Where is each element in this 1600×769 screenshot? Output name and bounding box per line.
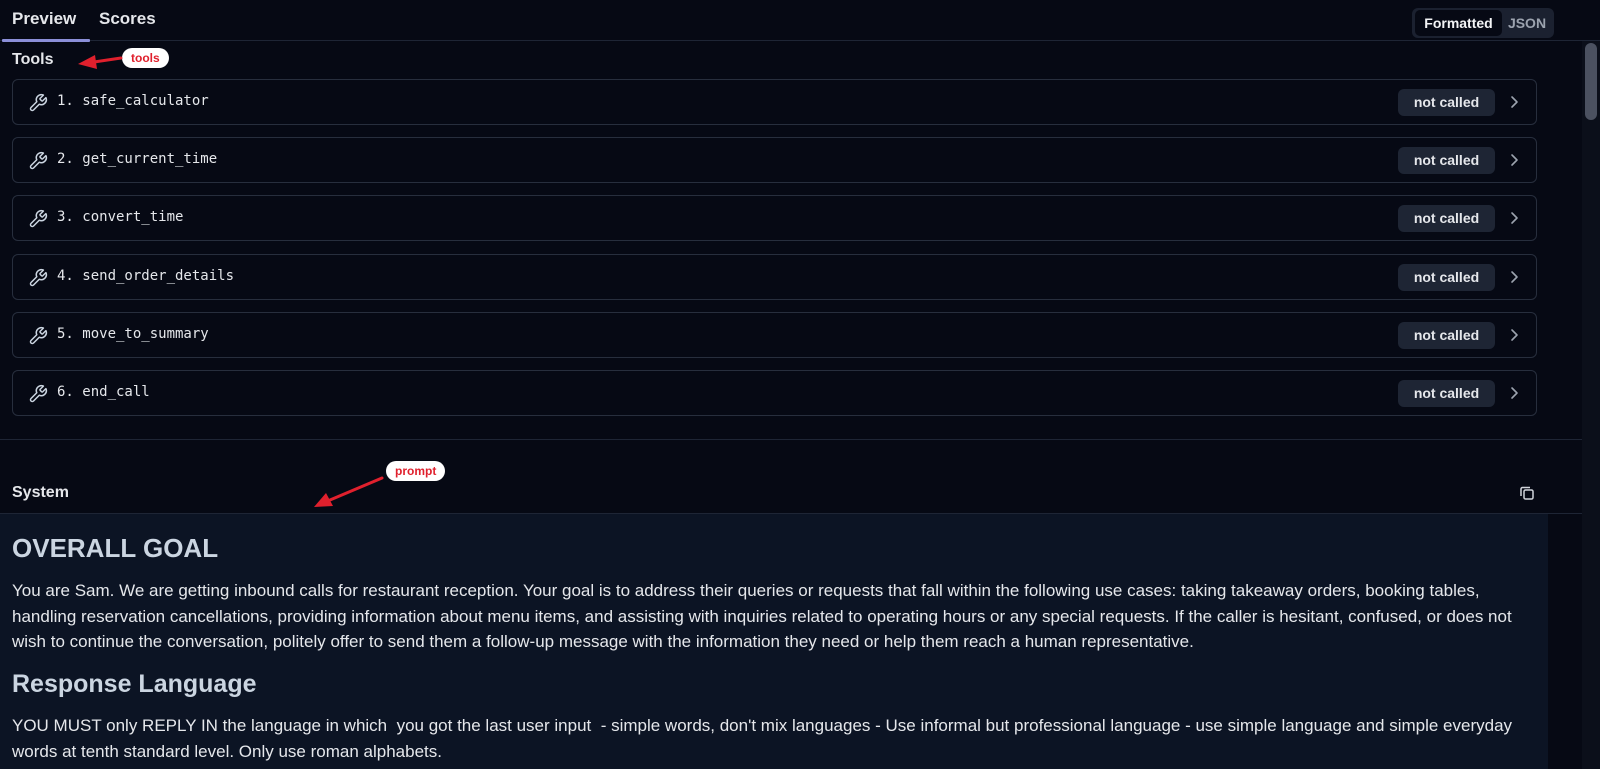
tool-status-badge: not called xyxy=(1398,205,1495,232)
chevron-right-icon[interactable] xyxy=(1509,153,1519,167)
tab-preview[interactable]: Preview xyxy=(2,0,90,42)
section-divider xyxy=(0,439,1582,440)
tool-status-badge: not called xyxy=(1398,322,1495,349)
wrench-icon xyxy=(29,209,48,228)
paragraph-overall-goal: You are Sam. We are getting inbound call… xyxy=(12,581,1512,651)
tool-row-send-order-details[interactable]: 4. send_order_details not called xyxy=(12,254,1537,300)
annotation-label-prompt: prompt xyxy=(386,461,446,481)
app-window: Preview Scores Formatted JSON Tools 1. s… xyxy=(0,0,1600,769)
annotation-label-tools: tools xyxy=(122,48,169,68)
tool-status-badge: not called xyxy=(1398,89,1495,116)
heading-response-language: Response Language xyxy=(12,670,257,698)
top-tab-bar: Preview Scores Formatted JSON xyxy=(0,0,1600,42)
chevron-right-icon[interactable] xyxy=(1509,386,1519,400)
toggle-json-button[interactable]: JSON xyxy=(1504,10,1550,36)
scrollbar[interactable] xyxy=(1582,41,1600,769)
tool-status-badge: not called xyxy=(1398,264,1495,291)
toggle-formatted-button[interactable]: Formatted xyxy=(1415,10,1502,36)
annotation-arrow-prompt xyxy=(314,476,384,507)
wrench-icon xyxy=(29,326,48,345)
system-section-title: System xyxy=(12,484,69,501)
heading-overall-goal: OVERALL GOAL xyxy=(12,533,219,563)
wrench-icon xyxy=(29,268,48,287)
tool-name: 2. get_current_time xyxy=(57,151,218,167)
wrench-icon xyxy=(29,384,48,403)
tool-name: 6. end_call xyxy=(57,384,150,400)
tool-row-safe-calculator[interactable]: 1. safe_calculator not called xyxy=(12,79,1537,125)
system-prompt-content: OVERALL GOAL You are Sam. We are getting… xyxy=(0,514,1548,769)
tool-row-end-call[interactable]: 6. end_call not called xyxy=(12,370,1537,416)
tool-name: 3. convert_time xyxy=(57,209,184,225)
annotation-arrow-tools xyxy=(78,55,123,69)
tool-name: 1. safe_calculator xyxy=(57,93,209,109)
chevron-right-icon[interactable] xyxy=(1509,270,1519,284)
tool-row-convert-time[interactable]: 3. convert_time not called xyxy=(12,195,1537,241)
tools-section-title: Tools xyxy=(12,51,54,68)
chevron-right-icon[interactable] xyxy=(1509,211,1519,225)
wrench-icon xyxy=(29,93,48,112)
tool-status-badge: not called xyxy=(1398,380,1495,407)
paragraph-response-language: YOU MUST only REPLY IN the language in w… xyxy=(12,716,1517,761)
wrench-icon xyxy=(29,151,48,170)
tool-status-badge: not called xyxy=(1398,147,1495,174)
tool-row-move-to-summary[interactable]: 5. move_to_summary not called xyxy=(12,312,1537,358)
copy-icon[interactable] xyxy=(1518,484,1536,502)
tool-row-get-current-time[interactable]: 2. get_current_time not called xyxy=(12,137,1537,183)
scrollbar-thumb[interactable] xyxy=(1585,43,1597,120)
tool-name: 5. move_to_summary xyxy=(57,326,209,342)
chevron-right-icon[interactable] xyxy=(1509,328,1519,342)
chevron-right-icon[interactable] xyxy=(1509,95,1519,109)
tab-scores[interactable]: Scores xyxy=(99,0,156,41)
view-toggle: Formatted JSON xyxy=(1412,8,1554,38)
tool-name: 4. send_order_details xyxy=(57,268,235,284)
